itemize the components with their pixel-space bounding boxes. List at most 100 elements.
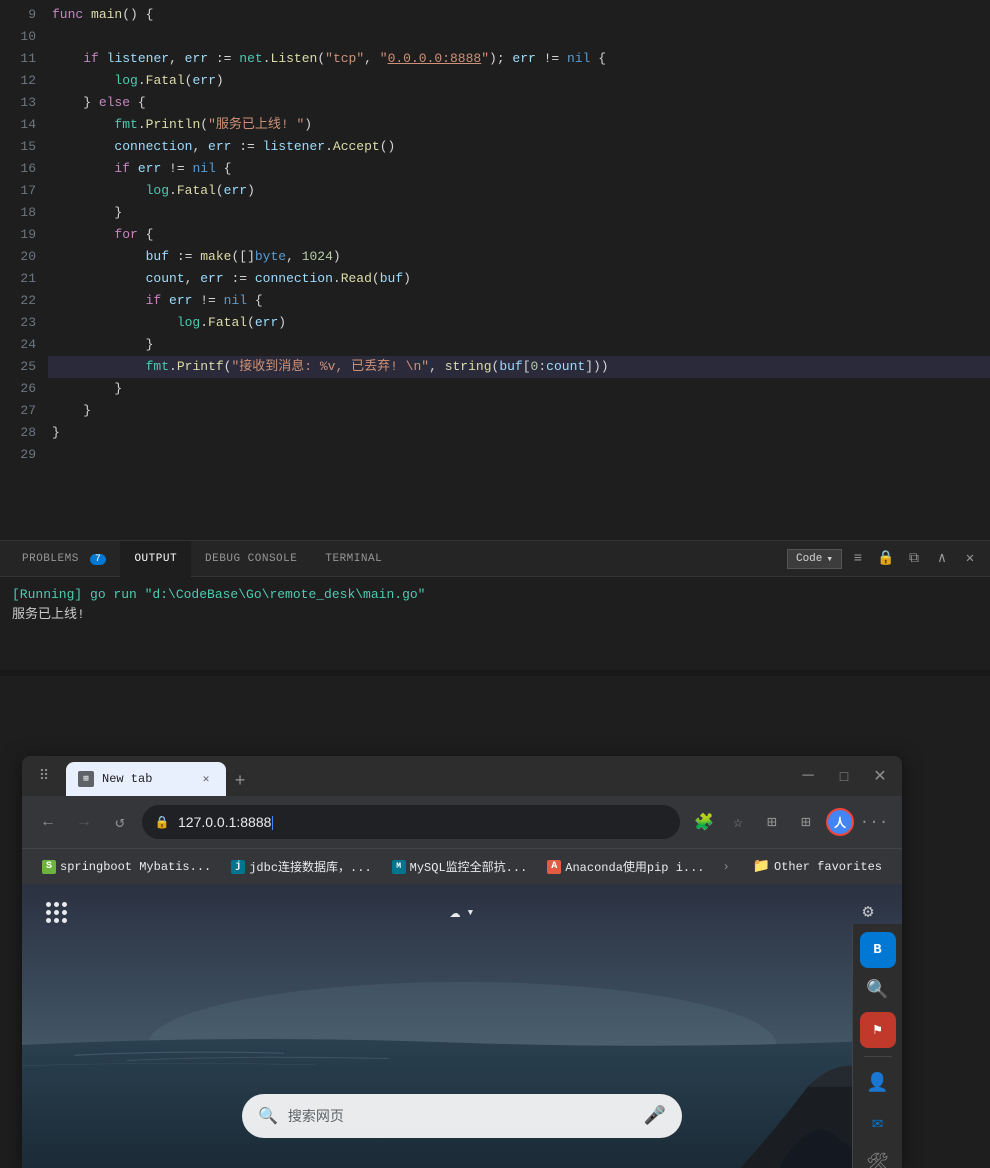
- lock-icon[interactable]: 🔒: [874, 547, 898, 571]
- weather-widget[interactable]: ☁ ▾: [450, 901, 475, 923]
- code-line-25: fmt.Printf("接收到消息: %v, 已丢弃! \n", string(…: [48, 356, 990, 378]
- tab-close-icon[interactable]: ✕: [198, 771, 214, 787]
- apps-grid-icon: [46, 902, 67, 923]
- separator: [0, 670, 990, 676]
- code-line-23: log.Fatal(err): [48, 312, 990, 334]
- bookmark-jdbc[interactable]: j jdbc连接数据库，...: [223, 854, 379, 879]
- search-placeholder: 搜索网页: [288, 1106, 634, 1126]
- window-controls: ─ □ ✕: [794, 762, 894, 790]
- collections-icon[interactable]: ⊞: [756, 806, 788, 838]
- profile-sidebar-btn[interactable]: 👤: [860, 1065, 896, 1101]
- window-maximize-button[interactable]: □: [830, 762, 858, 790]
- address-text: 127.0.0.1:8888: [178, 814, 271, 830]
- code-line-15: connection, err := listener.Accept(): [48, 136, 990, 158]
- profile-avatar[interactable]: 人: [824, 806, 856, 838]
- code-line-22: if err != nil {: [48, 290, 990, 312]
- output-filter-select[interactable]: Code ▾: [787, 549, 842, 569]
- outlook-sidebar-btn[interactable]: ✉: [860, 1105, 896, 1141]
- browser-titlebar: ⠿ ⊞ New tab ✕ + ─ □ ✕: [22, 756, 902, 796]
- code-line-14: fmt.Println("服务已上线! "): [48, 114, 990, 136]
- code-line-12: log.Fatal(err): [48, 70, 990, 92]
- bing-button[interactable]: B: [860, 932, 896, 968]
- code-line-9: func main() {: [48, 4, 990, 26]
- collapse-icon[interactable]: ∧: [930, 547, 954, 571]
- code-line-17: log.Fatal(err): [48, 180, 990, 202]
- output-line-2: 服务已上线!: [12, 605, 978, 625]
- settings-gear-icon: ⚙: [863, 901, 874, 923]
- code-lines: func main() { if listener, err := net.Li…: [48, 0, 990, 540]
- code-line-16: if err != nil {: [48, 158, 990, 180]
- tab-output[interactable]: OUTPUT: [120, 541, 191, 577]
- tab-debug-console[interactable]: DEBUG CONSOLE: [191, 541, 311, 577]
- wallet-icon[interactable]: ⊞: [790, 806, 822, 838]
- code-line-19: for {: [48, 224, 990, 246]
- code-line-13: } else {: [48, 92, 990, 114]
- window-minimize-button[interactable]: ─: [794, 762, 822, 790]
- refresh-button[interactable]: ↺: [106, 808, 134, 836]
- nav-actions: 🧩 ☆ ⊞ ⊞ 人 ···: [688, 806, 890, 838]
- tab-problems[interactable]: PROBLEMS 7: [8, 541, 120, 577]
- weather-chevron: ▾: [467, 905, 475, 920]
- browser-sidebar: B 🔍 ⚑ 👤 ✉ 🛠 +: [852, 924, 902, 1168]
- code-line-11: if listener, err := net.Listen("tcp", "0…: [48, 48, 990, 70]
- address-input[interactable]: 127.0.0.1:8888: [178, 814, 668, 830]
- tab-label: New tab: [102, 772, 190, 786]
- chevron-down-icon: ▾: [826, 552, 833, 566]
- bookmark-favicon-anaconda: A: [547, 860, 561, 874]
- code-line-18: }: [48, 202, 990, 224]
- window-close-button[interactable]: ✕: [866, 762, 894, 790]
- browser-menu-dots[interactable]: ···: [858, 806, 890, 838]
- address-bar[interactable]: 🔒 127.0.0.1:8888: [142, 805, 680, 839]
- clear-output-icon[interactable]: ≡: [846, 547, 870, 571]
- code-line-27: }: [48, 400, 990, 422]
- browser-window: ⠿ ⊞ New tab ✕ + ─ □ ✕ ← → ↺ 🔒 127.0.0.1:…: [22, 756, 902, 1168]
- extensions-icon[interactable]: 🧩: [688, 806, 720, 838]
- code-line-28: }: [48, 422, 990, 444]
- browser-tab-strip: ⊞ New tab ✕ +: [66, 756, 786, 796]
- bookmark-springboot[interactable]: S springboot Mybatis...: [34, 856, 219, 878]
- code-editor: 9 10 11 12 13 14 15 16 17 18 19 20 21 22…: [0, 0, 990, 540]
- new-tab-page: ☁ ▾ ⚙ 🔍 搜索网页 🎤: [22, 884, 902, 1168]
- panel-output: [Running] go run "d:\CodeBase\Go\remote_…: [0, 577, 990, 633]
- red-sidebar-btn[interactable]: ⚑: [860, 1012, 896, 1048]
- tab-terminal[interactable]: TERMINAL: [311, 541, 396, 577]
- search-icon: 🔍: [258, 1106, 278, 1126]
- code-line-24: }: [48, 334, 990, 356]
- back-button[interactable]: ←: [34, 808, 62, 836]
- close-panel-icon[interactable]: ✕: [958, 547, 982, 571]
- output-line-1: [Running] go run "d:\CodeBase\Go\remote_…: [12, 585, 978, 605]
- bookmark-label-anaconda: Anaconda使用pip i...: [565, 858, 704, 875]
- tools-sidebar-btn[interactable]: 🛠: [860, 1145, 896, 1168]
- bookmark-mysql[interactable]: M MySQL监控全部抗...: [384, 854, 536, 879]
- code-line-21: count, err := connection.Read(buf): [48, 268, 990, 290]
- new-tab-button[interactable]: +: [226, 768, 254, 796]
- folder-icon: 📁: [753, 858, 770, 875]
- bookmark-label-mysql: MySQL监控全部抗...: [410, 858, 528, 875]
- browser-tab-newtab[interactable]: ⊞ New tab ✕: [66, 762, 226, 796]
- code-line-20: buf := make([]byte, 1024): [48, 246, 990, 268]
- cloud-icon: ☁: [450, 901, 461, 923]
- code-line-10: [48, 26, 990, 48]
- tab-favicon: ⊞: [78, 771, 94, 787]
- avatar: 人: [826, 808, 854, 836]
- browser-menu-icon[interactable]: ⠿: [30, 762, 58, 790]
- panel-tab-bar: PROBLEMS 7 OUTPUT DEBUG CONSOLE TERMINAL…: [0, 541, 990, 577]
- new-tab-search-box[interactable]: 🔍 搜索网页 🎤: [242, 1094, 682, 1138]
- mic-button[interactable]: 🎤: [644, 1105, 666, 1127]
- favorites-icon[interactable]: ☆: [722, 806, 754, 838]
- apps-button[interactable]: [38, 894, 74, 930]
- other-favorites-button[interactable]: 📁 Other favorites: [745, 854, 890, 879]
- forward-button[interactable]: →: [70, 808, 98, 836]
- bookmark-anaconda[interactable]: A Anaconda使用pip i...: [539, 854, 712, 879]
- copy-icon[interactable]: ⧉: [902, 547, 926, 571]
- browser-content: ☁ ▾ ⚙ 🔍 搜索网页 🎤 B 🔍 ⚑ 👤: [22, 884, 902, 1168]
- other-favorites-label: Other favorites: [774, 860, 882, 874]
- sidebar-divider-1: [864, 1056, 892, 1057]
- bookmark-favicon-springboot: S: [42, 860, 56, 874]
- panel-controls: Code ▾ ≡ 🔒 ⧉ ∧ ✕: [787, 547, 982, 571]
- code-line-26: }: [48, 378, 990, 400]
- bookmarks-more-button[interactable]: ›: [717, 856, 736, 878]
- text-cursor: [272, 816, 273, 830]
- search-sidebar-btn[interactable]: 🔍: [860, 972, 896, 1008]
- browser-navbar: ← → ↺ 🔒 127.0.0.1:8888 🧩 ☆ ⊞ ⊞ 人 ···: [22, 796, 902, 848]
